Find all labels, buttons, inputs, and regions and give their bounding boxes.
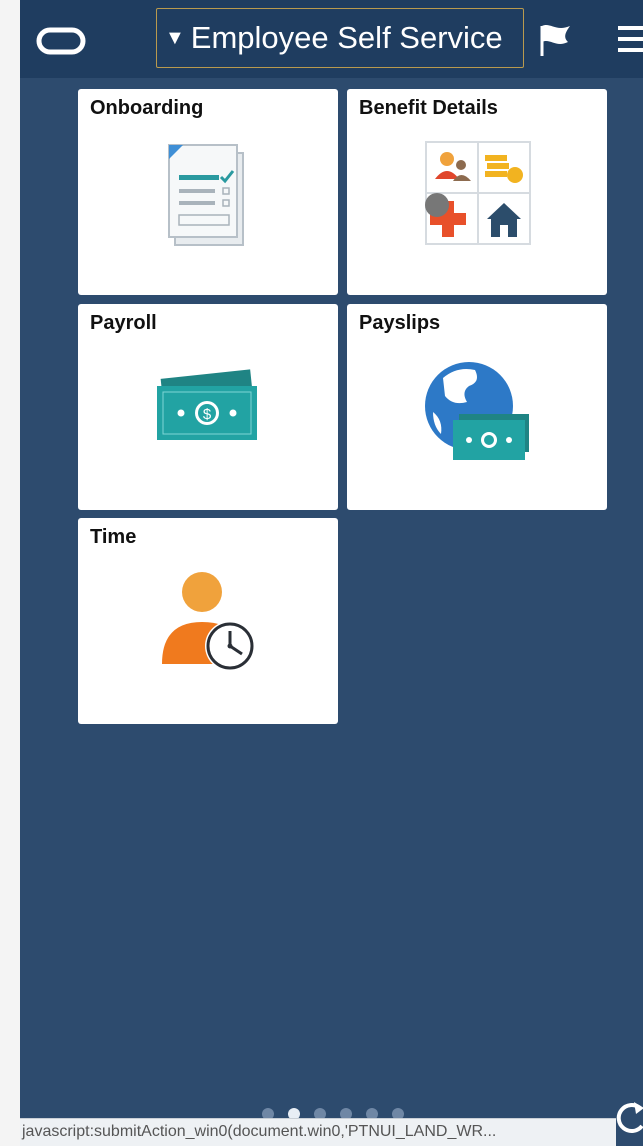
tile-title: Time: [90, 526, 137, 548]
refresh-icon: [616, 1102, 643, 1134]
browser-status-bar: javascript:submitAction_win0(document.wi…: [20, 1118, 616, 1146]
tile-title: Payslips: [359, 312, 441, 334]
refresh-button[interactable]: [612, 1096, 643, 1138]
tile-title: Benefit Details: [359, 97, 498, 119]
header-bar: ▼ Employee Self Service: [20, 0, 643, 78]
oracle-oval-icon: [36, 27, 86, 55]
homepage-title: Employee Self Service: [190, 20, 503, 55]
oracle-logo-button[interactable]: [34, 24, 88, 58]
banknotes-icon: $: [157, 369, 257, 440]
tile-payroll[interactable]: Payroll $: [78, 304, 338, 510]
hamburger-menu-button[interactable]: [612, 22, 643, 58]
left-gutter: [0, 0, 20, 1146]
tile-title: Payroll: [90, 312, 157, 334]
tile-payslips[interactable]: Payslips: [347, 304, 607, 510]
tile-title: Onboarding: [90, 97, 204, 119]
touch-indicator-icon: [425, 193, 449, 217]
homepage-selector[interactable]: ▼ Employee Self Service: [156, 8, 524, 68]
checklist-document-icon: [168, 144, 244, 246]
globe-money-icon: [425, 362, 529, 460]
tile-benefit-details[interactable]: Benefit Details: [347, 89, 607, 295]
svg-text:$: $: [203, 406, 212, 423]
app-background: ▼ Employee Self Service Onboarding Benef…: [20, 0, 643, 1146]
caret-down-icon: ▼: [165, 26, 185, 49]
hamburger-menu-icon: [618, 26, 643, 52]
notifications-flag-button[interactable]: [534, 20, 574, 60]
tile-time[interactable]: Time: [78, 518, 338, 724]
tile-onboarding[interactable]: Onboarding: [78, 89, 338, 295]
person-clock-icon: [162, 572, 255, 671]
flag-icon: [540, 25, 570, 56]
